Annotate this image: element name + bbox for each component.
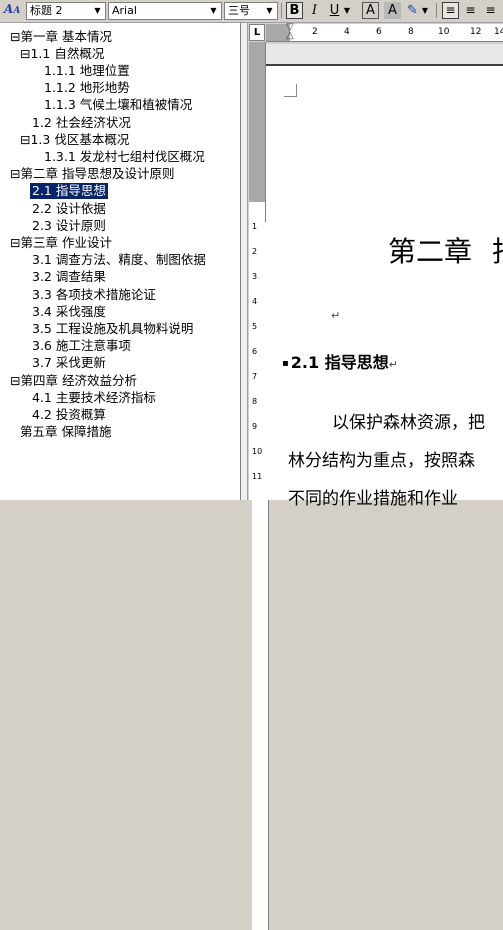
outline-item[interactable]: ⊟第一章 基本情况 (8, 29, 114, 45)
outline-item[interactable]: 1.1.3 气候土壤和植被情况 (42, 97, 194, 113)
outline-item[interactable]: ⊟1.3 伐区基本概况 (18, 132, 131, 148)
align-justify-icon[interactable]: ≡ (442, 2, 459, 19)
indent-marker-icon[interactable]: ▽ △ (286, 23, 296, 41)
body-line: 以保护森林资源，把 (332, 413, 485, 433)
align-right-icon[interactable]: ≡ (482, 2, 499, 19)
outline-item[interactable]: ⊟1.1 自然概况 (18, 46, 106, 62)
outline-item[interactable]: 4.2 投资概算 (30, 407, 108, 423)
outline-item[interactable]: 3.6 施工注意事项 (30, 338, 133, 354)
ruler-margin (249, 42, 265, 202)
char-shading-button[interactable]: A (384, 2, 401, 19)
ruler-tick: 11 (252, 472, 269, 930)
font-combobox[interactable]: Arial ▼ (108, 2, 222, 20)
formatting-toolbar: AA 标题 2 ▼ Arial ▼ 三号 ▼ B I U ▼ A A ✎ ▼ ≡… (0, 0, 503, 23)
underline-button[interactable]: U (326, 2, 343, 19)
chevron-down-icon[interactable]: ▼ (263, 4, 276, 17)
bold-button[interactable]: B (286, 2, 303, 19)
chapter-title-cut: 指 (492, 235, 503, 268)
ruler-tick: 8 (408, 27, 414, 37)
body-line: 不同的作业措施和作业 (288, 489, 458, 509)
outline-item-selected[interactable]: 2.1 指导思想 (30, 183, 108, 199)
outline-item[interactable]: 4.1 主要技术经济指标 (30, 390, 158, 406)
page-top-edge (266, 44, 503, 66)
outline-item[interactable]: 3.4 采伐强度 (30, 304, 108, 320)
italic-button[interactable]: I (306, 2, 323, 19)
outline-item[interactable]: ⊟第二章 指导思想及设计原则 (8, 166, 176, 182)
outline-item[interactable]: 1.1.2 地形地势 (42, 80, 132, 96)
outline-item[interactable]: 1.1.1 地理位置 (42, 63, 132, 79)
outline-item[interactable]: 第五章 保障措施 (18, 424, 113, 440)
outline-item[interactable]: 3.5 工程设施及机具物料说明 (30, 321, 195, 337)
section-heading: ▪ 2.1 指导思想↵ (282, 349, 398, 373)
outline-item[interactable]: 3.1 调查方法、精度、制图依据 (30, 252, 208, 268)
ruler-tick: 12 (470, 27, 482, 37)
outline-item[interactable]: 2.2 设计依据 (30, 201, 108, 217)
outline-item[interactable]: 1.3.1 发龙村七组村伐区概况 (42, 149, 207, 165)
chapter-heading: 第二章指 (388, 230, 503, 270)
highlight-dropdown-icon[interactable]: ▼ (421, 2, 429, 19)
pane-splitter[interactable] (241, 23, 248, 500)
underline-dropdown-icon[interactable]: ▼ (343, 2, 351, 19)
outline-item[interactable]: 3.2 调查结果 (30, 269, 108, 285)
chapter-title: 第二章 (388, 235, 473, 268)
ruler-tick: 6 (376, 27, 382, 37)
outline-item[interactable]: 2.3 设计原则 (30, 218, 108, 234)
font-size-combobox[interactable]: 三号 ▼ (224, 2, 278, 20)
toolbar-separator (281, 3, 282, 18)
outline-item[interactable]: 3.3 各项技术措施论证 (30, 287, 158, 303)
document-page[interactable]: 第二章指 ↵ ▪2.1 指导思想↵ 以保护森林资源，把 林分结构为重点，按照森 … (266, 44, 503, 509)
outline-item[interactable]: 3.7 采伐更新 (30, 355, 108, 371)
font-value: Arial (112, 4, 137, 17)
body-line: 林分结构为重点，按照森 (288, 451, 475, 471)
heading-bullet-icon: ▪ (282, 358, 289, 369)
ruler-tick: 4 (344, 27, 350, 37)
char-border-button[interactable]: A (362, 2, 379, 19)
font-size-value: 三号 (228, 4, 250, 17)
chevron-down-icon[interactable]: ▼ (91, 4, 104, 17)
align-center-icon[interactable]: ≡ (462, 2, 479, 19)
ruler-tick: 14 (494, 27, 503, 37)
horizontal-ruler[interactable]: ▽ △ 2 4 6 8 10 12 14 (266, 23, 503, 42)
styles-pane-icon[interactable]: AA (4, 2, 22, 19)
outline-item[interactable]: ⊟第三章 作业设计 (8, 235, 114, 251)
paragraph-mark: ↵ (331, 309, 341, 322)
tab-selector-button[interactable]: L (249, 24, 265, 41)
section-title: 2.1 指导思想 (290, 353, 389, 372)
chevron-down-icon[interactable]: ▼ (207, 4, 220, 17)
vertical-ruler[interactable]: 1 2 3 4 5 6 7 8 9 10 11 (249, 42, 269, 930)
document-map-pane: ⊟第一章 基本情况 ⊟1.1 自然概况 1.1.1 地理位置 1.1.2 地形地… (0, 23, 241, 500)
style-value: 标题 2 (30, 4, 63, 17)
toolbar-separator (436, 3, 437, 18)
ruler-tick: 2 (312, 27, 318, 37)
highlight-icon[interactable]: ✎ (404, 2, 421, 19)
style-combobox[interactable]: 标题 2 ▼ (26, 2, 106, 20)
margin-crop-mark (284, 84, 297, 97)
ruler-tick: 10 (438, 27, 450, 37)
outline-item[interactable]: ⊟第四章 经济效益分析 (8, 373, 139, 389)
paragraph-mark: ↵ (388, 358, 398, 371)
outline-item[interactable]: 1.2 社会经济状况 (30, 115, 133, 131)
